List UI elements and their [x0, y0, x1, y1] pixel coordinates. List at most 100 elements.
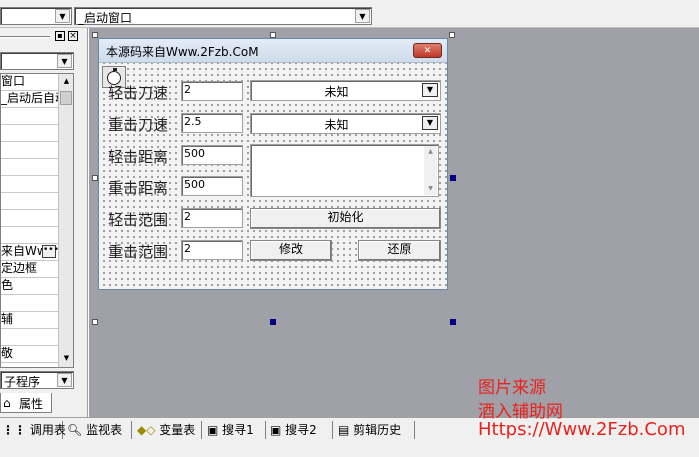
tab-label: 搜寻1	[222, 423, 254, 437]
grip-line	[0, 36, 50, 38]
label-light-range: 轻击范围	[108, 211, 169, 229]
property-row[interactable]: 窗口	[1, 74, 58, 91]
tab-label: 监视表	[86, 423, 123, 437]
form-title: 本源码来自Www.2Fzb.CoM	[106, 45, 259, 59]
event-combo[interactable]: _启动窗口 ▼	[74, 7, 372, 25]
label-heavy-range: 重击范围	[108, 243, 169, 261]
magnifier-icon: 🔍︎	[67, 423, 83, 437]
tab-call-table[interactable]: ⋮⋮ 调用表	[2, 421, 66, 439]
property-row[interactable]: 色	[1, 278, 58, 295]
restore-button[interactable]: 还原	[358, 240, 441, 261]
property-row[interactable]	[1, 210, 58, 227]
property-row[interactable]	[1, 193, 58, 210]
init-button[interactable]: 初始化	[250, 208, 441, 229]
property-row[interactable]: 定边框	[1, 261, 58, 278]
panel-object-combo[interactable]: ▼	[0, 52, 74, 70]
resize-handle-se[interactable]	[450, 319, 456, 325]
chevron-down-icon[interactable]: ▼	[355, 9, 370, 23]
chevron-down-icon[interactable]: ▼	[55, 9, 70, 23]
property-row[interactable]	[1, 329, 58, 346]
ellipsis-button[interactable]: •••	[42, 245, 58, 258]
tab-search-2[interactable]: ▣ 搜寻2	[270, 421, 333, 439]
property-row[interactable]: 辅	[1, 312, 58, 329]
multiline-edit[interactable]: ▲ ▼	[250, 144, 439, 197]
resize-handle-n[interactable]	[270, 32, 276, 38]
property-scrollbar[interactable]: ▲ ▼	[58, 74, 73, 367]
scroll-up-icon[interactable]: ▲	[424, 146, 437, 158]
property-value: 敬	[1, 346, 14, 360]
tab-label: 变量表	[159, 423, 196, 437]
property-row[interactable]	[1, 227, 58, 244]
search-window-icon: ▣	[207, 423, 219, 437]
object-combo[interactable]: ▼	[0, 7, 72, 25]
property-value: 定边框	[1, 261, 38, 275]
scroll-down-icon[interactable]: ▼	[424, 183, 437, 195]
property-row[interactable]	[1, 295, 58, 312]
tab-label: 剪辑历史	[353, 423, 402, 437]
property-row-selected-object[interactable]: 来自Www •••	[1, 244, 58, 261]
combo-heavy-speed-state[interactable]: 未知 ▼	[250, 113, 441, 134]
resize-handle-s[interactable]	[270, 319, 276, 325]
watermark-line-3: Https://Www.2Fzb.Com	[478, 419, 686, 440]
property-value: 色	[1, 278, 14, 292]
property-row[interactable]	[1, 159, 58, 176]
property-row[interactable]	[1, 142, 58, 159]
close-icon[interactable]: ×	[68, 31, 78, 41]
property-row[interactable]	[1, 125, 58, 142]
property-row[interactable]: _启动后自动	[1, 91, 58, 108]
grid-icon: ⋮⋮	[2, 423, 26, 437]
top-toolbar: ▼ _启动窗口 ▼	[0, 0, 699, 28]
property-value: _启动后自动	[1, 91, 58, 105]
input-heavy-range[interactable]: 2	[181, 240, 243, 260]
close-button[interactable]: ✕	[413, 43, 442, 58]
tab-search-1[interactable]: ▣ 搜寻1	[207, 421, 266, 439]
scroll-thumb[interactable]	[60, 91, 72, 105]
input-light-speed[interactable]: 2	[181, 81, 243, 101]
property-row[interactable]: 敬	[1, 346, 58, 363]
combo-light-speed-state[interactable]: 未知 ▼	[250, 80, 441, 101]
input-heavy-distance[interactable]: 500	[181, 176, 243, 196]
subroutine-combo[interactable]: 子程序 ▼	[0, 371, 74, 389]
combo-value: 未知	[324, 118, 349, 132]
clipboard-icon: ▤	[338, 423, 350, 437]
chevron-down-icon[interactable]: ▼	[422, 83, 438, 97]
tab-properties-label: 属性	[19, 397, 44, 411]
tab-clip-history[interactable]: ▤ 剪辑历史	[338, 421, 415, 439]
tab-properties[interactable]: ⌂ 属性	[0, 393, 52, 413]
close-icon: ✕	[423, 46, 432, 56]
property-row[interactable]	[1, 108, 58, 125]
input-light-distance[interactable]: 500	[181, 145, 243, 165]
properties-panel: ▪ × ▼ 窗口 _启动后自动 来自Www ••• 定边框 色 辅 敬 ▲ ▼	[0, 28, 88, 417]
chevron-down-icon[interactable]: ▼	[57, 373, 72, 387]
resize-handle-w[interactable]	[92, 175, 98, 181]
panel-header: ▪ ×	[0, 30, 84, 44]
event-combo-value: _启动窗口	[78, 11, 133, 25]
designer-workspace: 本源码来自Www.2Fzb.CoM ✕ 轻击刀速 2 未知 ▼ 重击刀速 2.5…	[89, 28, 699, 417]
resize-handle-nw[interactable]	[92, 32, 98, 38]
modify-button[interactable]: 修改	[250, 240, 332, 261]
label-light-speed: 轻击刀速	[108, 84, 169, 102]
subroutine-combo-value: 子程序	[4, 375, 41, 389]
resize-handle-ne[interactable]	[449, 32, 455, 38]
property-row[interactable]	[1, 176, 58, 193]
variables-icon: ◆◇	[137, 423, 156, 437]
form-window[interactable]: 本源码来自Www.2Fzb.CoM ✕ 轻击刀速 2 未知 ▼ 重击刀速 2.5…	[98, 38, 448, 290]
pin-icon[interactable]: ▪	[55, 31, 65, 41]
multiline-scrollbar[interactable]: ▲ ▼	[424, 146, 437, 195]
tab-variable-table[interactable]: ◆◇ 变量表	[137, 421, 202, 439]
tab-watch-table[interactable]: 🔍︎ 监视表	[67, 421, 132, 439]
chevron-down-icon[interactable]: ▼	[57, 54, 72, 68]
form-title-bar[interactable]: 本源码来自Www.2Fzb.CoM ✕	[99, 39, 447, 63]
scroll-up-icon[interactable]: ▲	[59, 74, 73, 89]
property-value: 窗口	[1, 74, 26, 88]
combo-value: 未知	[324, 85, 349, 99]
property-value: 辅	[1, 312, 14, 326]
scroll-down-icon[interactable]: ▼	[59, 351, 73, 366]
watermark-line-1: 图片来源	[478, 378, 546, 398]
input-light-range[interactable]: 2	[181, 208, 243, 228]
label-heavy-speed: 重击刀速	[108, 116, 169, 134]
input-heavy-speed[interactable]: 2.5	[181, 113, 243, 133]
resize-handle-e[interactable]	[450, 175, 456, 181]
resize-handle-sw[interactable]	[92, 319, 98, 325]
chevron-down-icon[interactable]: ▼	[422, 116, 438, 130]
